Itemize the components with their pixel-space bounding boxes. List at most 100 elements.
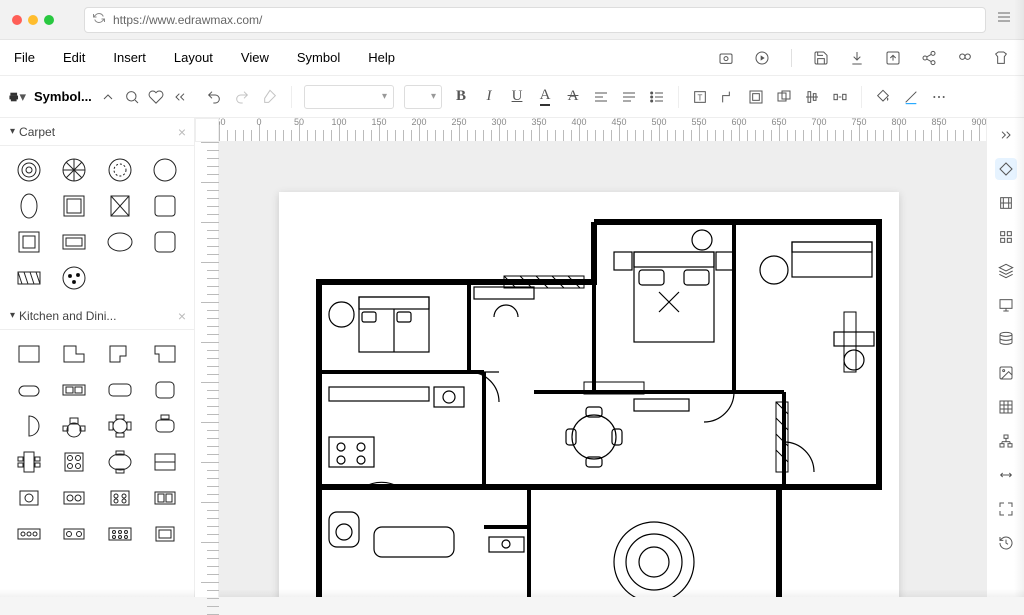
shape-item[interactable]	[10, 520, 48, 548]
shape-rect-icon[interactable]	[775, 88, 793, 106]
collapse-left-icon[interactable]	[172, 88, 188, 106]
view-icon[interactable]	[956, 49, 974, 67]
history-icon[interactable]	[995, 532, 1017, 554]
org-chart-icon[interactable]	[995, 430, 1017, 452]
camera-icon[interactable]	[717, 49, 735, 67]
shape-item[interactable]	[56, 448, 94, 476]
panel-header-kitchen[interactable]: ▾ Kitchen and Dini... ×	[0, 302, 194, 330]
shape-item[interactable]	[101, 340, 139, 368]
menu-layout[interactable]: Layout	[174, 50, 213, 65]
shape-item[interactable]	[10, 484, 48, 512]
font-size-select[interactable]: ▾	[404, 85, 442, 109]
menu-view[interactable]: View	[241, 50, 269, 65]
shape-box-icon[interactable]	[747, 88, 765, 106]
search-icon[interactable]	[124, 88, 140, 106]
format-painter-icon[interactable]	[261, 88, 279, 106]
data-icon[interactable]	[995, 328, 1017, 350]
shape-item[interactable]	[147, 520, 185, 548]
image-icon[interactable]	[995, 362, 1017, 384]
heart-icon[interactable]	[148, 88, 164, 106]
menu-insert[interactable]: Insert	[113, 50, 146, 65]
shape-item[interactable]	[10, 412, 48, 440]
play-icon[interactable]	[753, 49, 771, 67]
close-window-icon[interactable]	[12, 15, 22, 25]
stroke-icon[interactable]	[902, 88, 920, 106]
shape-item[interactable]	[147, 376, 185, 404]
shape-item[interactable]	[101, 412, 139, 440]
shape-item[interactable]	[101, 156, 139, 184]
shape-item[interactable]	[101, 376, 139, 404]
shape-item[interactable]	[56, 340, 94, 368]
shape-item[interactable]	[10, 264, 48, 292]
fill-bucket-icon[interactable]	[874, 88, 892, 106]
shape-item[interactable]	[101, 228, 139, 256]
shape-item[interactable]	[10, 376, 48, 404]
shape-item[interactable]	[10, 156, 48, 184]
redo-icon[interactable]	[233, 88, 251, 106]
browser-menu-icon[interactable]	[996, 9, 1012, 30]
undo-icon[interactable]	[205, 88, 223, 106]
drawing-page[interactable]	[279, 192, 899, 597]
collapse-up-icon[interactable]	[100, 88, 116, 106]
panel-header-carpet[interactable]: ▾ Carpet ×	[0, 118, 194, 146]
font-color-icon[interactable]: A	[536, 88, 554, 106]
close-icon[interactable]: ×	[178, 308, 186, 324]
tshirt-icon[interactable]	[992, 49, 1010, 67]
shape-item[interactable]	[10, 192, 48, 220]
menu-file[interactable]: File	[14, 50, 35, 65]
shape-item[interactable]	[147, 448, 185, 476]
distribute-icon[interactable]	[831, 88, 849, 106]
shape-item[interactable]	[56, 264, 94, 292]
shape-item[interactable]	[147, 412, 185, 440]
menu-help[interactable]: Help	[368, 50, 395, 65]
shape-item[interactable]	[56, 412, 94, 440]
shape-item[interactable]	[56, 228, 94, 256]
url-bar[interactable]: https://www.edrawmax.com/	[84, 7, 986, 33]
shape-item[interactable]	[56, 192, 94, 220]
download-icon[interactable]	[848, 49, 866, 67]
refresh-icon[interactable]	[93, 12, 105, 27]
font-select[interactable]: ▾	[304, 85, 394, 109]
menu-symbol[interactable]: Symbol	[297, 50, 340, 65]
menu-edit[interactable]: Edit	[63, 50, 85, 65]
close-icon[interactable]: ×	[178, 124, 186, 140]
layers-icon[interactable]	[995, 260, 1017, 282]
shape-item[interactable]	[56, 520, 94, 548]
printer-icon[interactable]: ▾	[8, 88, 26, 106]
minimize-window-icon[interactable]	[28, 15, 38, 25]
grid-apps-icon[interactable]	[995, 226, 1017, 248]
shape-item[interactable]	[101, 192, 139, 220]
italic-icon[interactable]: I	[480, 88, 498, 106]
align-shape-icon[interactable]	[803, 88, 821, 106]
shape-item[interactable]	[147, 192, 185, 220]
dimension-icon[interactable]	[995, 464, 1017, 486]
save-icon[interactable]	[812, 49, 830, 67]
shape-item[interactable]	[56, 156, 94, 184]
shape-item[interactable]	[147, 484, 185, 512]
underline-icon[interactable]: U	[508, 88, 526, 106]
shape-item[interactable]	[147, 340, 185, 368]
text-tool-icon[interactable]: T	[691, 88, 709, 106]
shape-edit-icon[interactable]	[995, 158, 1017, 180]
shape-item[interactable]	[101, 484, 139, 512]
strikethrough-icon[interactable]: A	[564, 88, 582, 106]
shape-item[interactable]	[101, 448, 139, 476]
bullet-list-icon[interactable]	[648, 88, 666, 106]
export-icon[interactable]	[884, 49, 902, 67]
presentation-icon[interactable]	[995, 294, 1017, 316]
canvas[interactable]	[219, 142, 986, 597]
maximize-window-icon[interactable]	[44, 15, 54, 25]
more-icon[interactable]	[930, 88, 948, 106]
share-icon[interactable]	[920, 49, 938, 67]
expand-icon[interactable]	[995, 498, 1017, 520]
align-v-icon[interactable]	[620, 88, 638, 106]
library-icon[interactable]	[995, 192, 1017, 214]
shape-item[interactable]	[56, 484, 94, 512]
collapse-right-icon[interactable]	[995, 124, 1017, 146]
connector-icon[interactable]	[719, 88, 737, 106]
shape-item[interactable]	[56, 376, 94, 404]
shape-item[interactable]	[147, 228, 185, 256]
shape-item[interactable]	[10, 448, 48, 476]
bold-icon[interactable]: B	[452, 88, 470, 106]
shape-item[interactable]	[101, 520, 139, 548]
